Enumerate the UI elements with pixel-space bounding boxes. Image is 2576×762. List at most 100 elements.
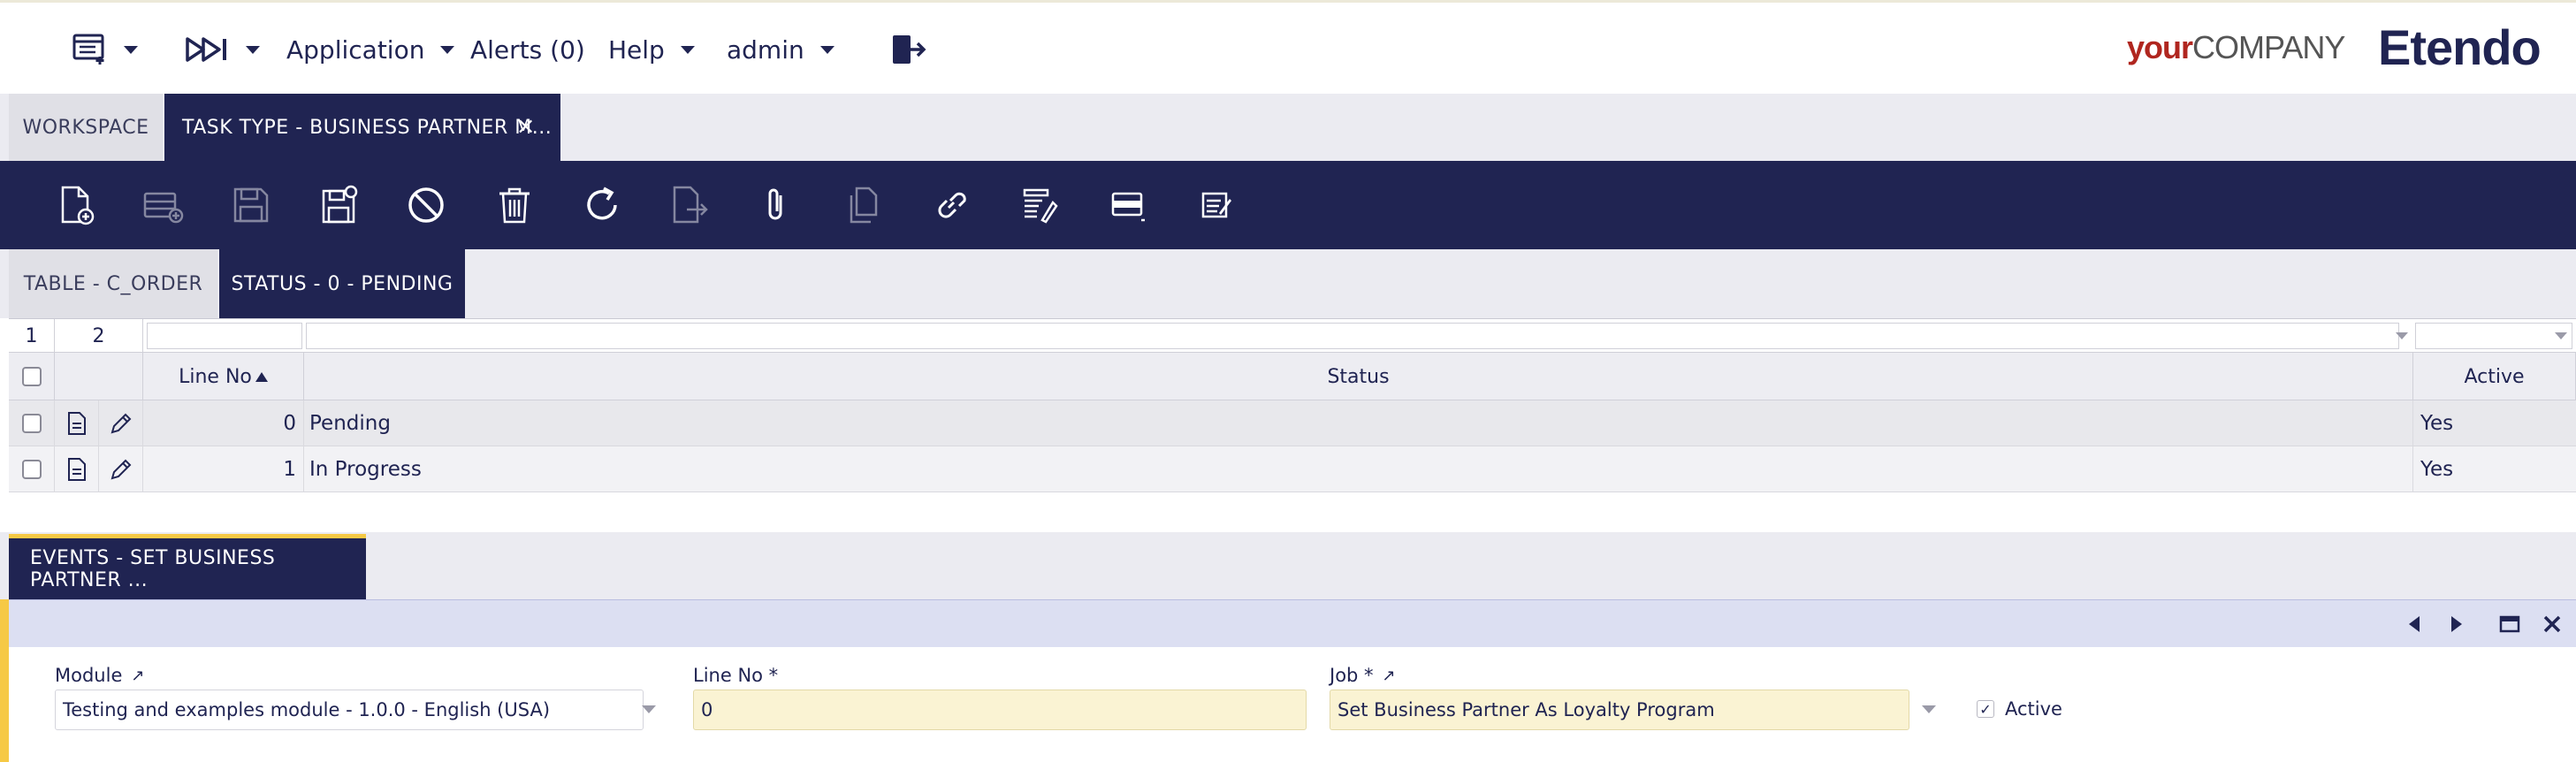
module-field[interactable]: Testing and examples module - 1.0.0 - En…: [55, 690, 644, 730]
logout-button[interactable]: [891, 3, 926, 96]
application-menu-label: Application: [286, 34, 425, 65]
close-form-button[interactable]: [2537, 609, 2567, 639]
active-record-accent: [0, 599, 9, 762]
grid-view-button[interactable]: [1103, 180, 1153, 230]
alerts-label: Alerts (0): [470, 34, 585, 65]
notes-button[interactable]: [1190, 180, 1239, 230]
application-menu[interactable]: Application: [286, 3, 455, 96]
export-button[interactable]: [665, 180, 714, 230]
delete-button[interactable]: [490, 180, 539, 230]
edit-row-button[interactable]: [99, 400, 143, 446]
tab-workspace[interactable]: WORKSPACE: [9, 94, 163, 161]
grid-page-1-label: 1: [25, 324, 38, 347]
grid-page-2[interactable]: 2: [55, 319, 143, 353]
open-form-button[interactable]: [55, 446, 99, 492]
line-no-filter-input[interactable]: [147, 323, 302, 349]
triangle-right-icon: [2451, 616, 2462, 632]
active-column-label: Active: [2464, 365, 2525, 388]
grid-page-1[interactable]: 1: [9, 319, 55, 353]
maximize-icon: [2499, 615, 2520, 633]
link-icon: [938, 192, 966, 218]
grid-filter-row: 1 2: [9, 319, 2576, 353]
link-button[interactable]: [926, 180, 976, 230]
new-document-button[interactable]: [51, 180, 101, 230]
job-dropdown-icon[interactable]: [1922, 705, 1936, 713]
tab-events-label: EVENTS - SET BUSINESS PARTNER ...: [30, 546, 276, 591]
job-label-text: Job *: [1330, 665, 1374, 686]
alerts-link[interactable]: Alerts (0): [470, 3, 585, 96]
row-actions-header: [55, 353, 143, 400]
tab-status-pending-label: STATUS - 0 - PENDING: [231, 272, 453, 295]
status-filter-input[interactable]: [306, 323, 2399, 349]
refresh-button[interactable]: [578, 180, 628, 230]
active-column-header[interactable]: Active: [2413, 353, 2576, 400]
top-navigation-bar: Application Alerts (0) Help admin yourCO…: [0, 0, 2576, 94]
close-tab-icon[interactable]: ×: [516, 115, 536, 138]
job-field[interactable]: Set Business Partner As Loyalty Program: [1330, 690, 1909, 730]
refresh-icon: [587, 187, 617, 220]
line-no-label: Line No *: [693, 665, 778, 686]
line-no-column-header[interactable]: Line No: [143, 353, 304, 400]
help-menu-label: Help: [608, 34, 665, 65]
new-row-button[interactable]: [138, 180, 187, 230]
maximize-button[interactable]: [2495, 609, 2525, 639]
cancel-button[interactable]: [401, 180, 451, 230]
tab-task-type[interactable]: TASK TYPE - BUSINESS PARTNER M... ×: [164, 94, 560, 161]
row-checkbox[interactable]: [21, 460, 42, 479]
sort-ascending-icon: [255, 371, 268, 382]
active-filter-input[interactable]: [2415, 323, 2572, 349]
attach-button[interactable]: [751, 180, 801, 230]
help-menu[interactable]: Help: [608, 3, 695, 96]
pencil-icon: [111, 459, 131, 480]
table-row[interactable]: 0 Pending Yes: [9, 400, 2576, 446]
clone-button[interactable]: [840, 180, 889, 230]
line-no-cell: 0: [143, 400, 304, 446]
active-filter-dropdown-icon[interactable]: [2555, 332, 2567, 339]
pin-icon[interactable]: ↗: [131, 667, 144, 685]
module-label: Module ↗: [55, 665, 144, 686]
pin-icon[interactable]: ↗: [1383, 667, 1396, 685]
tab-task-type-label: TASK TYPE - BUSINESS PARTNER M...: [182, 116, 553, 139]
document-icon: [67, 412, 86, 435]
attach-icon: [768, 188, 782, 220]
next-record-button[interactable]: [2442, 609, 2472, 639]
logout-icon: [893, 35, 926, 64]
line-no-column-label: Line No: [179, 365, 252, 388]
chevron-down-icon: [246, 45, 260, 54]
save-button[interactable]: [226, 180, 276, 230]
select-all-checkbox[interactable]: [21, 367, 42, 386]
user-menu[interactable]: admin: [727, 3, 835, 96]
save-icon: [233, 187, 269, 223]
previous-record-button[interactable]: [2399, 609, 2429, 639]
active-checkbox[interactable]: ✓ Active: [1977, 698, 2062, 720]
quick-run-button[interactable]: [186, 3, 260, 96]
save-and-close-button[interactable]: [315, 180, 364, 230]
etendo-logo: Etendo: [2378, 19, 2542, 75]
toolbar: [0, 161, 2576, 249]
tab-events[interactable]: EVENTS - SET BUSINESS PARTNER ...: [9, 534, 366, 599]
tab-table-c-order[interactable]: TABLE - C_ORDER: [9, 249, 217, 318]
status-filter-dropdown-icon[interactable]: [2396, 332, 2408, 339]
print-button[interactable]: [1015, 180, 1064, 230]
new-row-icon: [143, 192, 184, 224]
open-form-button[interactable]: [55, 400, 99, 446]
grid-empty-area: [9, 492, 2576, 533]
row-select-cell: [9, 400, 55, 446]
active-cell: Yes: [2420, 458, 2454, 481]
module-dropdown-icon[interactable]: [642, 705, 656, 713]
line-no-field[interactable]: 0: [693, 690, 1307, 730]
module-label-text: Module: [55, 665, 123, 686]
quick-launch-button[interactable]: [72, 3, 138, 96]
module-field-value: Testing and examples module - 1.0.0 - En…: [63, 699, 551, 720]
row-checkbox[interactable]: [21, 414, 42, 433]
edit-row-button[interactable]: [99, 446, 143, 492]
status-column-header[interactable]: Status: [304, 353, 2413, 400]
line-no-cell: 1: [143, 446, 304, 492]
grid-page-2-label: 2: [92, 324, 105, 347]
print-icon: [1023, 188, 1058, 224]
table-row[interactable]: 1 In Progress Yes: [9, 446, 2576, 492]
active-checkbox-box[interactable]: ✓: [1977, 700, 1994, 718]
status-grid: 1 2 Line No Status Active 0 Pending Yes …: [9, 318, 2576, 533]
tab-status-pending[interactable]: STATUS - 0 - PENDING: [219, 249, 465, 318]
grid-header-row: Line No Status Active: [9, 353, 2576, 400]
